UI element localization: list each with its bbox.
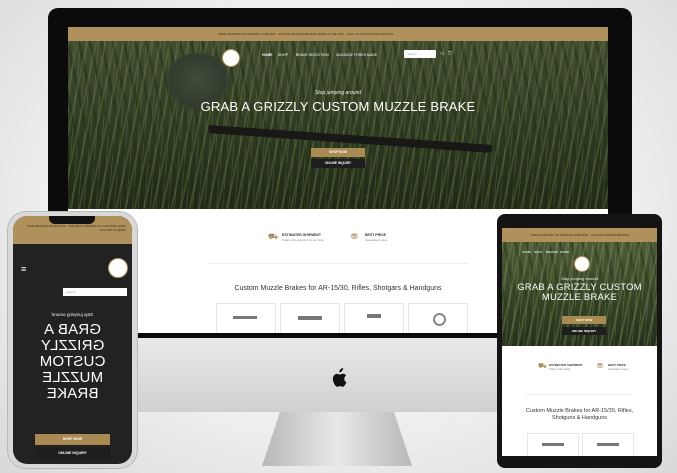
tablet-feature-shipping-title: ESTIMATED SHIPMENT (549, 363, 583, 367)
tablet-feature-price-title: BEST PRICE (608, 363, 627, 367)
apple-logo-icon (331, 368, 347, 388)
tablet-shop-now-button[interactable]: SHOP NOW (562, 316, 606, 324)
tablet-ar-rifle-icon (597, 443, 619, 446)
tablet-price-tag-icon: ⛃ (597, 363, 603, 370)
nav-shop[interactable]: SHOP (278, 53, 288, 57)
phone-notch (49, 216, 95, 224)
feature-shipping-sub: Orders ship quickly from our shop (282, 238, 324, 242)
tablet-nav-more[interactable]: MORE (560, 250, 569, 254)
tablet-truck-icon: ⛟ (538, 363, 547, 370)
feature-shipping-title: ESTIMATED SHIPMENT (282, 233, 322, 237)
phone-shop-now-button[interactable]: SHOP NOW (35, 434, 110, 445)
price-tag-icon: ⛃ (351, 232, 358, 241)
tablet-announcement-bar: FREE SHIPPING ON ORDERS OVER $99 · CUSTO… (502, 228, 657, 242)
nav-sausage-forks[interactable]: SAUSAGE FORKS MADE (336, 53, 377, 57)
tablet-hero-image: HOME SHOP BRAKES MORE Stop jumping aroun… (502, 242, 657, 346)
tablet-feature-shipping-sub: Orders ship quickly (549, 368, 571, 371)
category-card-rifle[interactable] (216, 303, 276, 333)
nav-brake-selection[interactable]: BRAKE SELECTION (296, 53, 329, 57)
phone-online-inquiry-button[interactable]: ONLINE INQUIRY (35, 448, 110, 459)
truck-icon: ⛟ (268, 232, 279, 241)
feature-price-sub: Guaranteed value (365, 238, 388, 242)
account-icon[interactable]: ⚇ (440, 51, 444, 57)
hamburger-menu-icon[interactable]: ≡ (21, 264, 26, 274)
hero-overlay (68, 41, 608, 209)
announcement-bar: FREE SHIPPING ON ORDERS OVER $99 · CUSTO… (68, 27, 608, 41)
tablet-category-card-2[interactable] (582, 433, 634, 456)
phone-hero-line-2: GRIZZLY (40, 337, 105, 354)
tablet-category-card-1[interactable] (527, 433, 579, 456)
hero-eyebrow: Stop jumping around (314, 90, 362, 96)
tablet-section-heading: Custom Muzzle Brakes for AR-15/30, Rifle… (525, 408, 634, 421)
tablet-feature-price-sub: Guaranteed value (608, 368, 628, 371)
category-card-handgun[interactable] (344, 303, 404, 333)
tablet-announcement-text: FREE SHIPPING ON ORDERS OVER $99 · CUSTO… (530, 233, 630, 237)
phone-hero-line-4: MUZZLE (41, 369, 104, 386)
tablet-nav-home[interactable]: HOME (522, 250, 531, 254)
feature-shipping: ⛟ ESTIMATED SHIPMENT Orders ship quickly… (268, 232, 324, 242)
phone-hero-title: GRAB A GRIZZLY CUSTOM MUZZLE BRAKE (13, 321, 132, 402)
phone-announcement-text: FREE SHIPPING ON ORDERS OVER $99 · CUSTO… (27, 224, 126, 232)
nav-home[interactable]: HOME (262, 53, 273, 57)
tablet-divider (526, 394, 633, 395)
tablet-site-logo[interactable] (574, 256, 590, 272)
site-logo[interactable] (222, 49, 240, 67)
phone-hero-line-5: BRAKE (46, 385, 99, 402)
category-card-brake[interactable] (408, 303, 468, 333)
tablet-nav-shop[interactable]: SHOP (534, 250, 543, 254)
phone-hero-eyebrow: Stop jumping around (51, 312, 94, 317)
tablet-hero-eyebrow: Stop jumping around (561, 276, 598, 281)
tablet-hero-line-2: MUZZLE BRAKE (541, 292, 618, 303)
tablet-nav-brakes[interactable]: BRAKES (546, 250, 558, 254)
brake-icon (433, 313, 446, 326)
hero-title: GRAB A GRIZZLY CUSTOM MUZZLE BRAKE (200, 99, 476, 114)
category-card-ar[interactable] (280, 303, 340, 333)
ar-rifle-icon (298, 316, 322, 320)
cart-icon[interactable]: ⛉ (448, 51, 452, 57)
phone-hero-line-1: GRAB A (43, 321, 102, 338)
feature-price: ⛃ BEST PRICE Guaranteed value (351, 232, 391, 242)
phone-hero-line-3: CUSTOM (39, 353, 106, 370)
imac-stand (262, 412, 412, 466)
phone-site-logo[interactable] (108, 258, 128, 278)
rifle-icon (233, 316, 257, 319)
shop-now-button[interactable]: SHOP NOW (311, 148, 365, 157)
announcement-text: FREE SHIPPING ON ORDERS OVER $99 · CUSTO… (218, 32, 394, 36)
tablet-rifle-icon (542, 443, 564, 446)
phone-search-input[interactable]: Search (63, 288, 127, 296)
phone-screen: FREE SHIPPING ON ORDERS OVER $99 · CUSTO… (13, 216, 132, 464)
feature-price-title: BEST PRICE (365, 233, 387, 237)
hero-image: HOME SHOP BRAKE SELECTION SAUSAGE FORKS … (68, 41, 608, 209)
tablet-online-inquiry-button[interactable]: ONLINE INQUIRY (562, 327, 606, 335)
tablet-screen: FREE SHIPPING ON ORDERS OVER $99 · CUSTO… (502, 228, 657, 456)
phone-hero-text: Stop jumping around (13, 312, 132, 317)
tablet-hero-title: GRAB A GRIZZLY CUSTOM MUZZLE BRAKE (502, 283, 657, 303)
handgun-icon (367, 314, 381, 318)
search-input[interactable]: Search (404, 50, 436, 58)
online-inquiry-button[interactable]: ONLINE INQUIRY (311, 159, 365, 168)
divider (208, 263, 468, 264)
